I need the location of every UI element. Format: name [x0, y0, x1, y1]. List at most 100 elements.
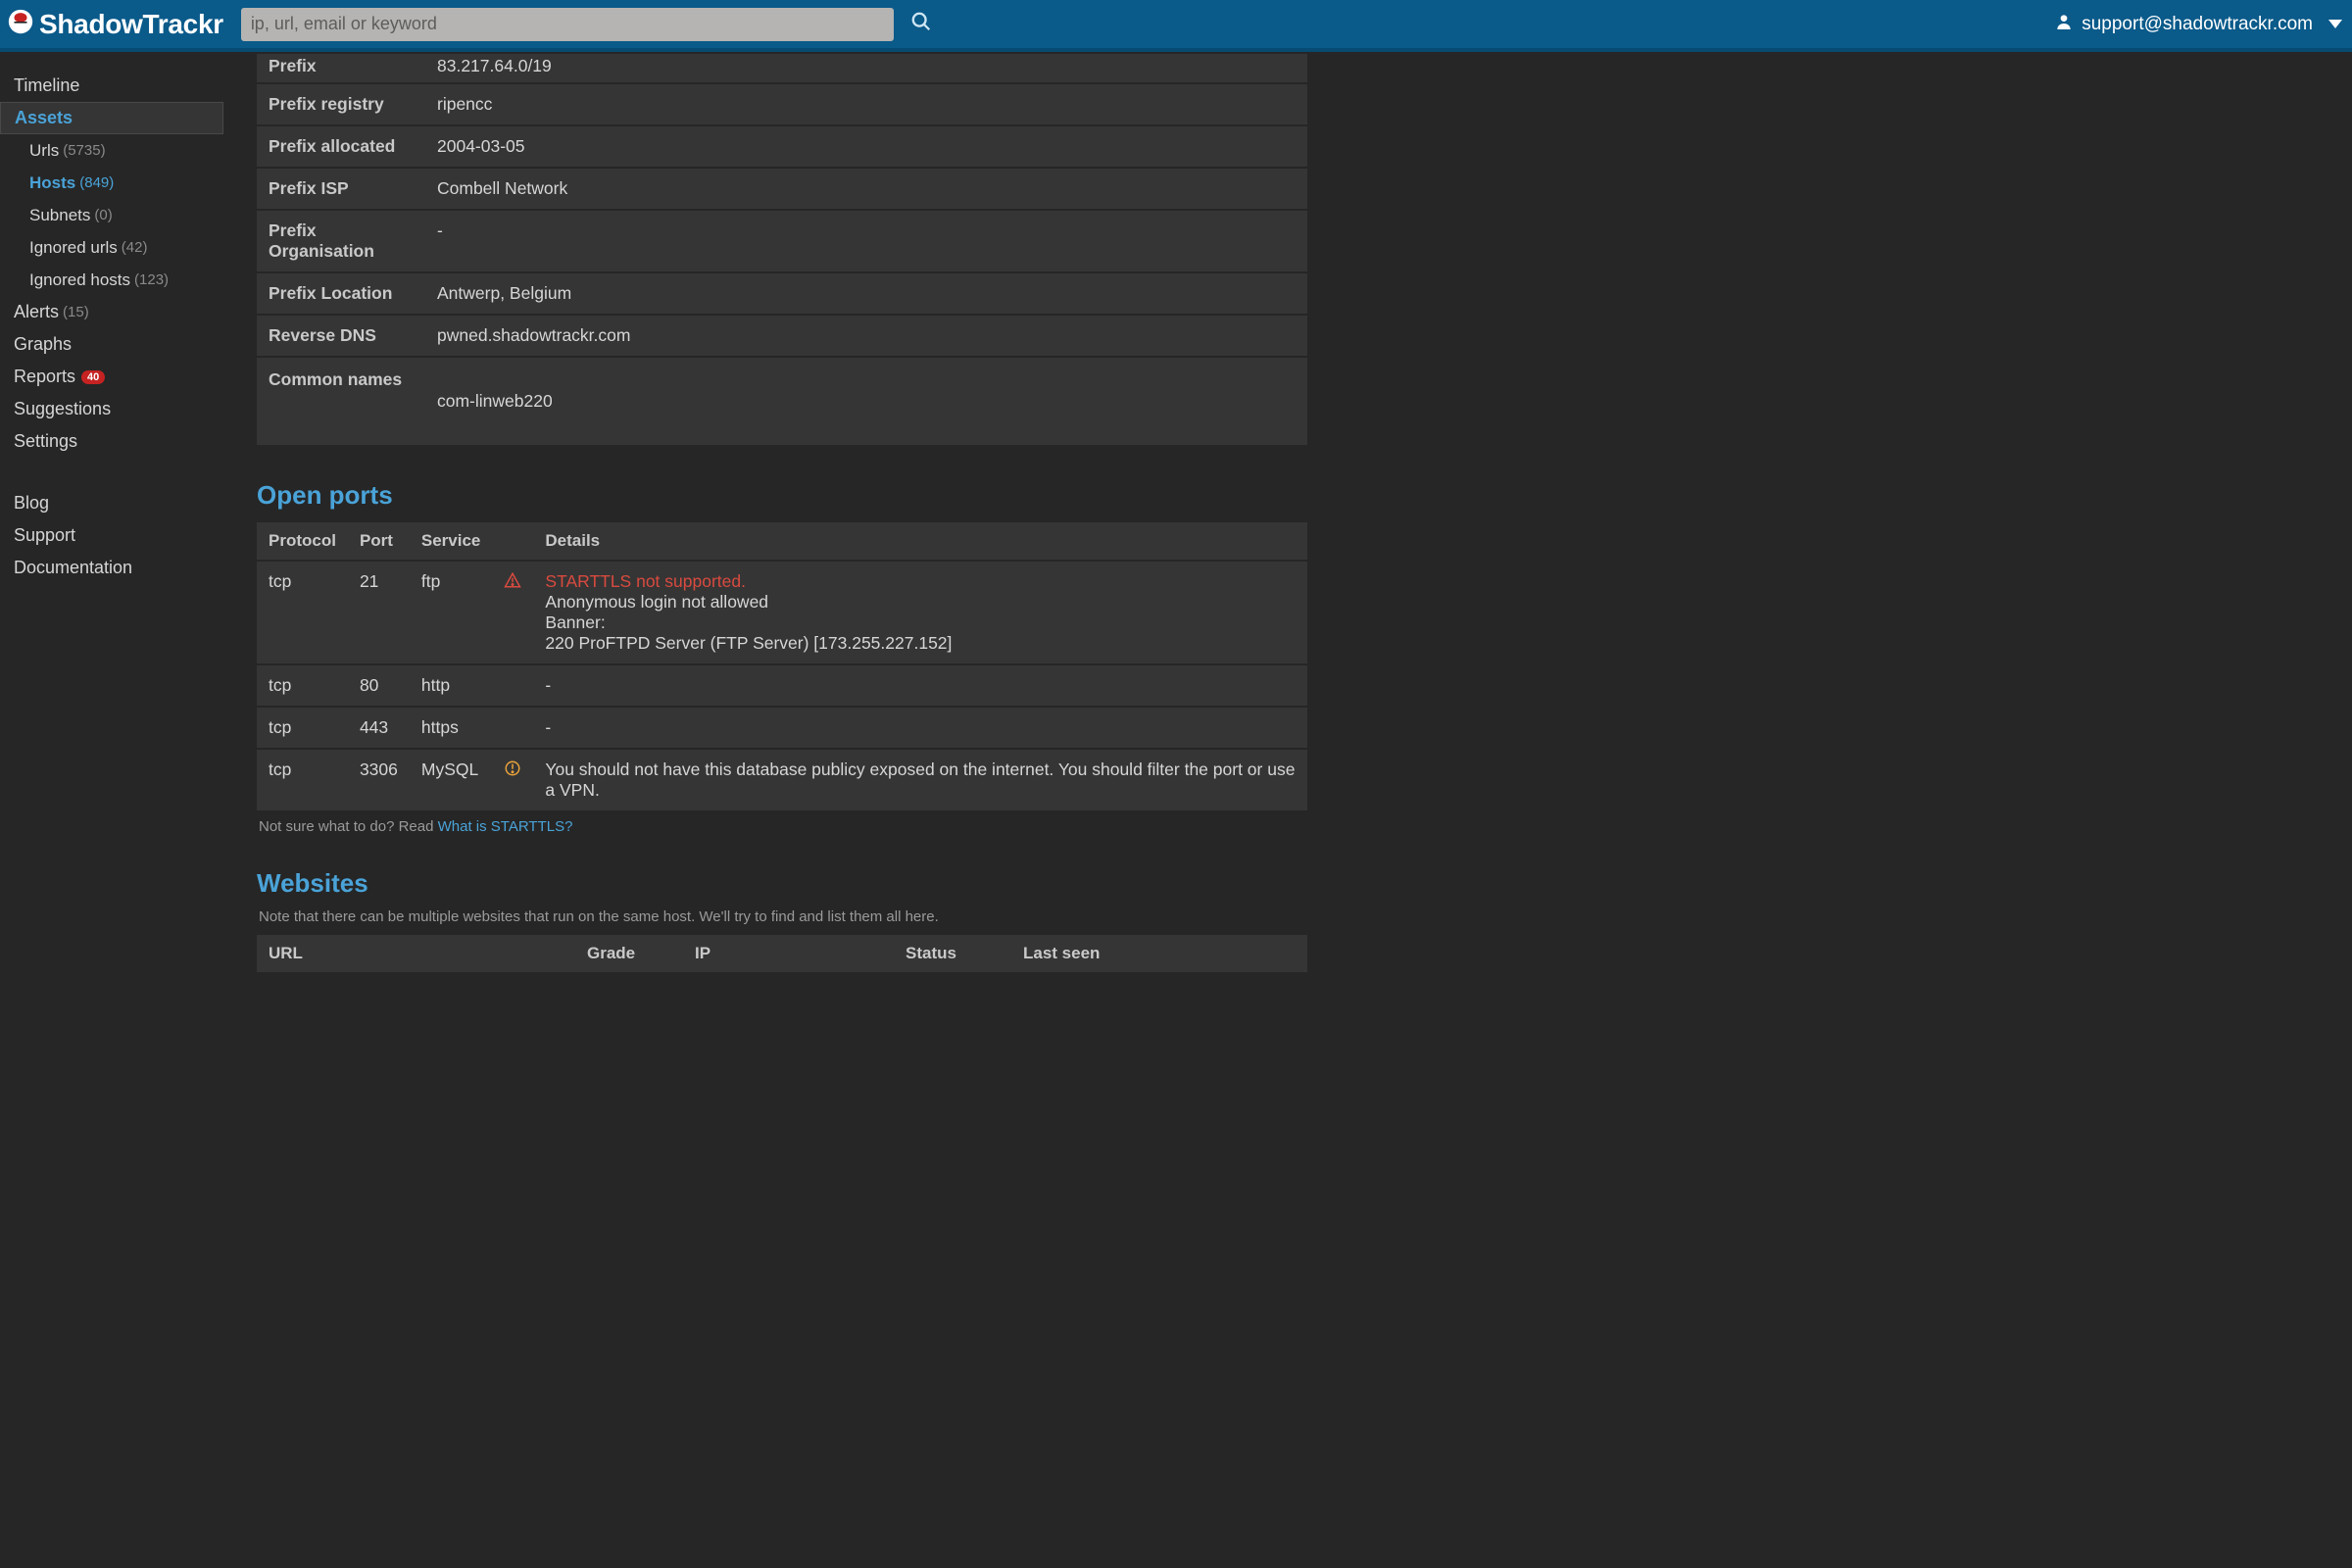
table-row: Prefix registryripencc — [257, 84, 1307, 124]
table-row: tcp 80 http - — [257, 665, 1307, 706]
main-scroll[interactable]: Prefix 83.217.64.0/19 Prefix registryrip… — [223, 52, 2352, 1568]
logo[interactable]: ShadowTrackr — [8, 9, 223, 40]
sidebar-item-blog[interactable]: Blog — [0, 487, 223, 519]
ports-hint: Not sure what to do? Read What is STARTT… — [259, 818, 1307, 835]
sidebar-item-ignored-urls[interactable]: Ignored urls(42) — [0, 231, 223, 264]
count-badge: (849) — [79, 174, 114, 191]
sidebar-item-alerts[interactable]: Alerts(15) — [0, 296, 223, 328]
col-url: URL — [257, 935, 575, 972]
sidebar-item-hosts[interactable]: Hosts(849) — [0, 167, 223, 199]
cell-proto: tcp — [257, 665, 348, 706]
cell-details: You should not have this database public… — [533, 750, 1307, 810]
sidebar-item-label: Ignored hosts — [29, 270, 130, 290]
sidebar-item-urls[interactable]: Urls(5735) — [0, 134, 223, 167]
kv-val: ripencc — [425, 84, 1307, 124]
cell-port: 443 — [348, 708, 410, 748]
kv-val: Antwerp, Belgium — [425, 273, 1307, 314]
sidebar-item-label: Blog — [14, 493, 49, 514]
count-badge: (0) — [94, 207, 112, 223]
logo-icon — [8, 9, 33, 39]
sidebar-item-label: Reports — [14, 367, 75, 387]
badge: 40 — [81, 370, 105, 384]
sidebar-item-label: Documentation — [14, 558, 132, 578]
warning-circle-icon — [492, 750, 533, 810]
cell-details: - — [533, 708, 1307, 748]
detail-line: Anonymous login not allowed — [545, 592, 1296, 612]
warning-triangle-icon — [492, 562, 533, 663]
kv-key: Reverse DNS — [257, 316, 425, 356]
websites-note: Note that there can be multiple websites… — [259, 908, 1307, 925]
sidebar-item-support[interactable]: Support — [0, 519, 223, 552]
kv-key: Prefix ISP — [257, 169, 425, 209]
cell-service: MySQL — [410, 750, 493, 810]
sidebar-item-label: Urls — [29, 141, 59, 161]
sidebar-item-assets[interactable]: Assets — [0, 102, 223, 134]
table-row: Reverse DNSpwned.shadowtrackr.com — [257, 316, 1307, 356]
detail-line: STARTTLS not supported. — [545, 571, 1296, 592]
cell-details: - — [533, 665, 1307, 706]
table-header-row: Protocol Port Service Details — [257, 522, 1307, 560]
cell-proto: tcp — [257, 708, 348, 748]
sidebar-item-reports[interactable]: Reports 40 — [0, 361, 223, 393]
content: Prefix 83.217.64.0/19 Prefix registryrip… — [257, 52, 1307, 1013]
table-row: Prefix allocated2004-03-05 — [257, 126, 1307, 167]
starttls-link[interactable]: What is STARTTLS? — [438, 818, 573, 835]
kv-val: Combell Network — [425, 169, 1307, 209]
detail-line: 220 ProFTPD Server (FTP Server) [173.255… — [545, 633, 1296, 654]
search-button[interactable] — [902, 11, 941, 37]
kv-key: Prefix Location — [257, 273, 425, 314]
sidebar-item-label: Assets — [15, 108, 73, 128]
sidebar-item-subnets[interactable]: Subnets(0) — [0, 199, 223, 231]
kv-val: 83.217.64.0/19 — [425, 54, 1307, 82]
sidebar-item-documentation[interactable]: Documentation — [0, 552, 223, 584]
table-header-row: URL Grade IP Status Last seen — [257, 935, 1307, 972]
count-badge: (15) — [63, 304, 89, 320]
cell-port: 3306 — [348, 750, 410, 810]
search-wrap — [241, 8, 894, 41]
table-row: Prefix ISPCombell Network — [257, 169, 1307, 209]
cell-icon — [492, 665, 533, 706]
caret-down-icon — [2328, 20, 2342, 28]
kv-val: - — [425, 211, 1307, 271]
sidebar-item-timeline[interactable]: Timeline — [0, 70, 223, 102]
sidebar-item-label: Graphs — [14, 334, 72, 355]
kv-key: Prefix — [257, 54, 425, 82]
sidebar-item-graphs[interactable]: Graphs — [0, 328, 223, 361]
sidebar-item-label: Suggestions — [14, 399, 111, 419]
brand-text: ShadowTrackr — [39, 9, 223, 40]
search-input[interactable] — [241, 8, 894, 41]
col-ip: IP — [683, 935, 894, 972]
col-status: Status — [894, 935, 1011, 972]
sidebar-item-ignored-hosts[interactable]: Ignored hosts(123) — [0, 264, 223, 296]
table-row: Prefix 83.217.64.0/19 — [257, 54, 1307, 82]
sidebar-item-label: Timeline — [14, 75, 79, 96]
cell-service: http — [410, 665, 493, 706]
cell-service: ftp — [410, 562, 493, 663]
cell-icon — [492, 708, 533, 748]
cell-proto: tcp — [257, 750, 348, 810]
user-menu[interactable]: support@shadowtrackr.com — [2056, 13, 2342, 36]
sidebar-item-label: Settings — [14, 431, 77, 452]
col-icon — [492, 522, 533, 560]
sidebar-item-settings[interactable]: Settings — [0, 425, 223, 458]
user-icon — [2056, 13, 2072, 36]
sidebar-item-label: Hosts — [29, 173, 75, 193]
kv-val: 2004-03-05 — [425, 126, 1307, 167]
table-row: tcp 3306 MySQL You should not have this … — [257, 750, 1307, 810]
topbar: ShadowTrackr support@shadowtrackr.com — [0, 0, 2352, 52]
sidebar-item-suggestions[interactable]: Suggestions — [0, 393, 223, 425]
websites-heading: Websites — [257, 868, 1307, 899]
col-details: Details — [533, 522, 1307, 560]
open-ports-table: Protocol Port Service Details tcp 21 ftp… — [257, 520, 1307, 812]
sidebar-item-label: Support — [14, 525, 75, 546]
count-badge: (5735) — [63, 142, 105, 159]
count-badge: (123) — [134, 271, 169, 288]
open-ports-heading: Open ports — [257, 480, 1307, 511]
col-last-seen: Last seen — [1011, 935, 1307, 972]
col-port: Port — [348, 522, 410, 560]
cell-port: 80 — [348, 665, 410, 706]
table-row: tcp 443 https - — [257, 708, 1307, 748]
cell-port: 21 — [348, 562, 410, 663]
websites-table: URL Grade IP Status Last seen — [257, 933, 1307, 974]
count-badge: (42) — [122, 239, 148, 256]
